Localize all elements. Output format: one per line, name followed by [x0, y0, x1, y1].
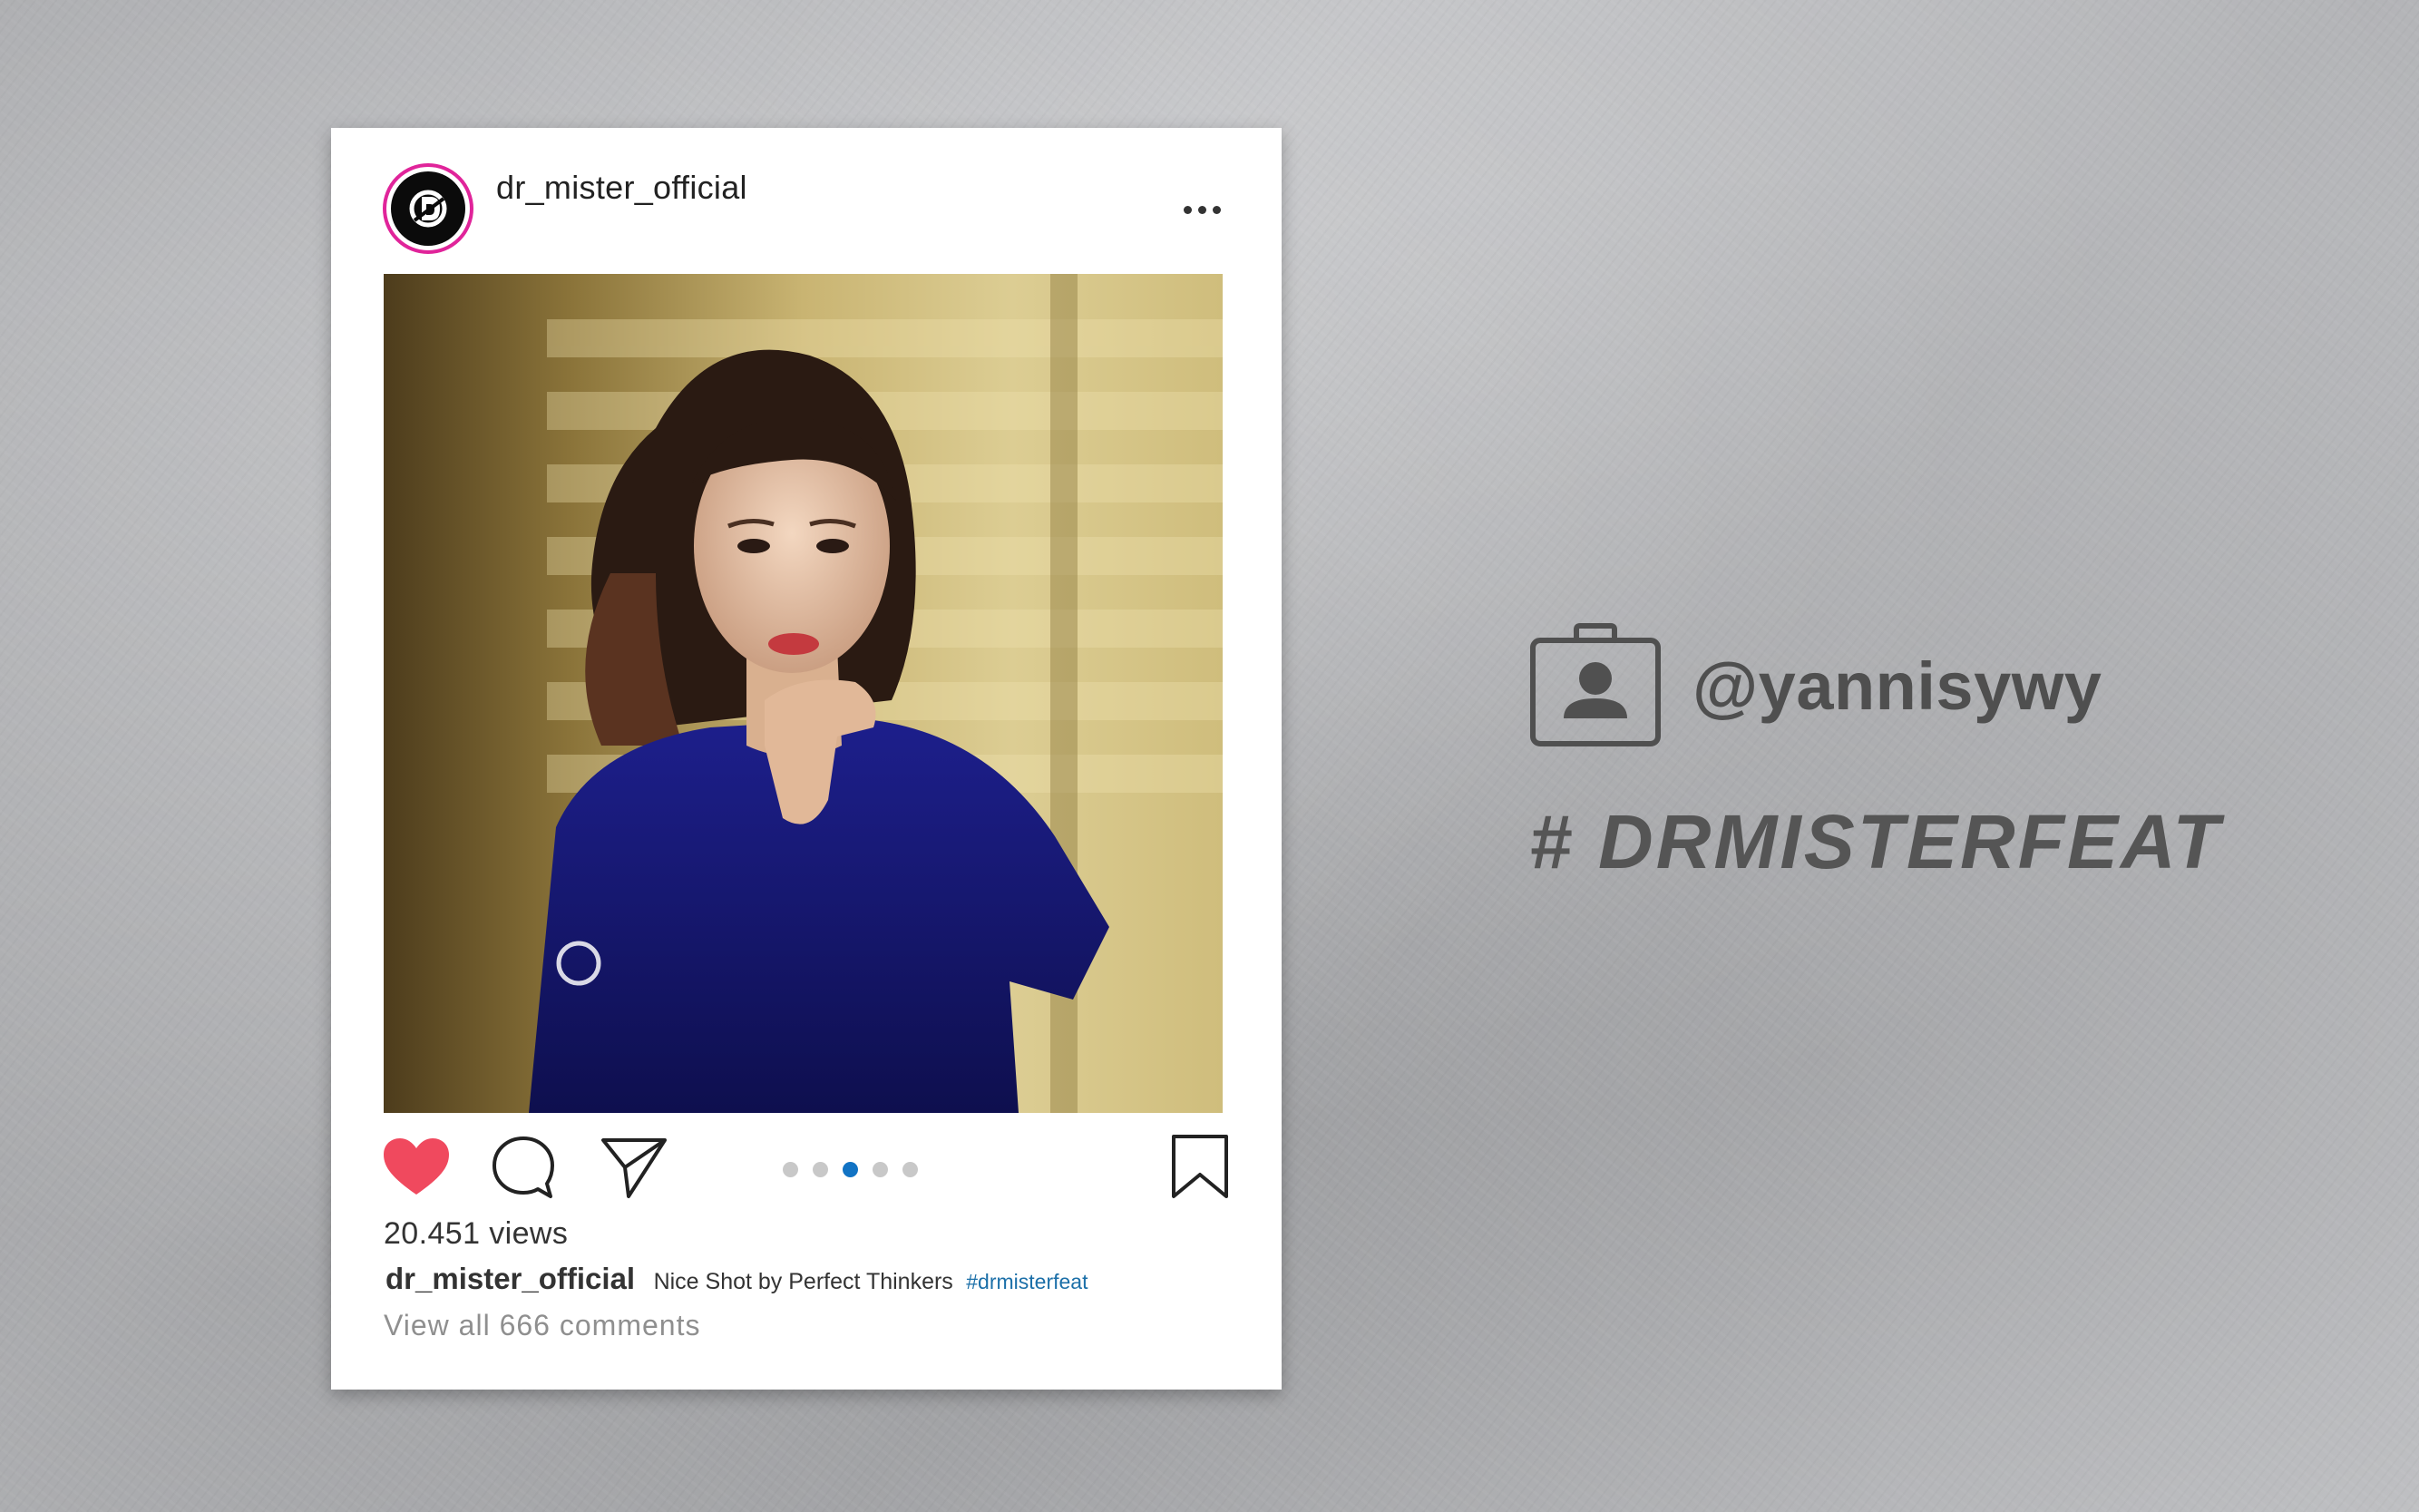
- carousel-dot[interactable]: [873, 1162, 888, 1177]
- brand-logo-icon: [391, 171, 465, 246]
- post-photo[interactable]: [384, 274, 1223, 1113]
- heart-icon[interactable]: [382, 1136, 451, 1201]
- share-icon[interactable]: [600, 1135, 668, 1205]
- post-caption: dr_mister_official Nice Shot by Perfect …: [385, 1262, 1088, 1296]
- more-dot: [1183, 205, 1192, 214]
- more-dot: [1212, 205, 1221, 214]
- caption-text: Nice Shot by Perfect Thinkers: [653, 1269, 953, 1294]
- views-count: 20.451 views: [384, 1216, 569, 1251]
- post-card: dr_mister_official 20.451 views dr_miste…: [331, 128, 1282, 1390]
- carousel-dot[interactable]: [902, 1162, 918, 1177]
- carousel-dots: [783, 1162, 918, 1177]
- id-badge-icon: [1529, 622, 1662, 752]
- view-all-comments-link[interactable]: View all 666 comments: [384, 1309, 700, 1342]
- carousel-dot[interactable]: [813, 1162, 828, 1177]
- avatar[interactable]: [383, 163, 473, 254]
- carousel-dot-active[interactable]: [843, 1162, 858, 1177]
- action-bar: [382, 1131, 1230, 1204]
- caption-username[interactable]: dr_mister_official: [385, 1262, 635, 1295]
- caption-hashtag[interactable]: #drmisterfeat: [966, 1270, 1088, 1293]
- carousel-dot[interactable]: [783, 1162, 798, 1177]
- more-dot: [1197, 205, 1206, 214]
- bookmark-icon[interactable]: [1170, 1133, 1230, 1205]
- post-username[interactable]: dr_mister_official: [496, 169, 747, 207]
- credit-hashtag: # DRMISTERFEAT: [1529, 799, 2222, 884]
- credit-handle: @yannisywy: [1692, 649, 2102, 724]
- more-options-button[interactable]: [1175, 196, 1229, 223]
- post-header: dr_mister_official: [383, 163, 1229, 258]
- comment-icon[interactable]: [491, 1135, 556, 1205]
